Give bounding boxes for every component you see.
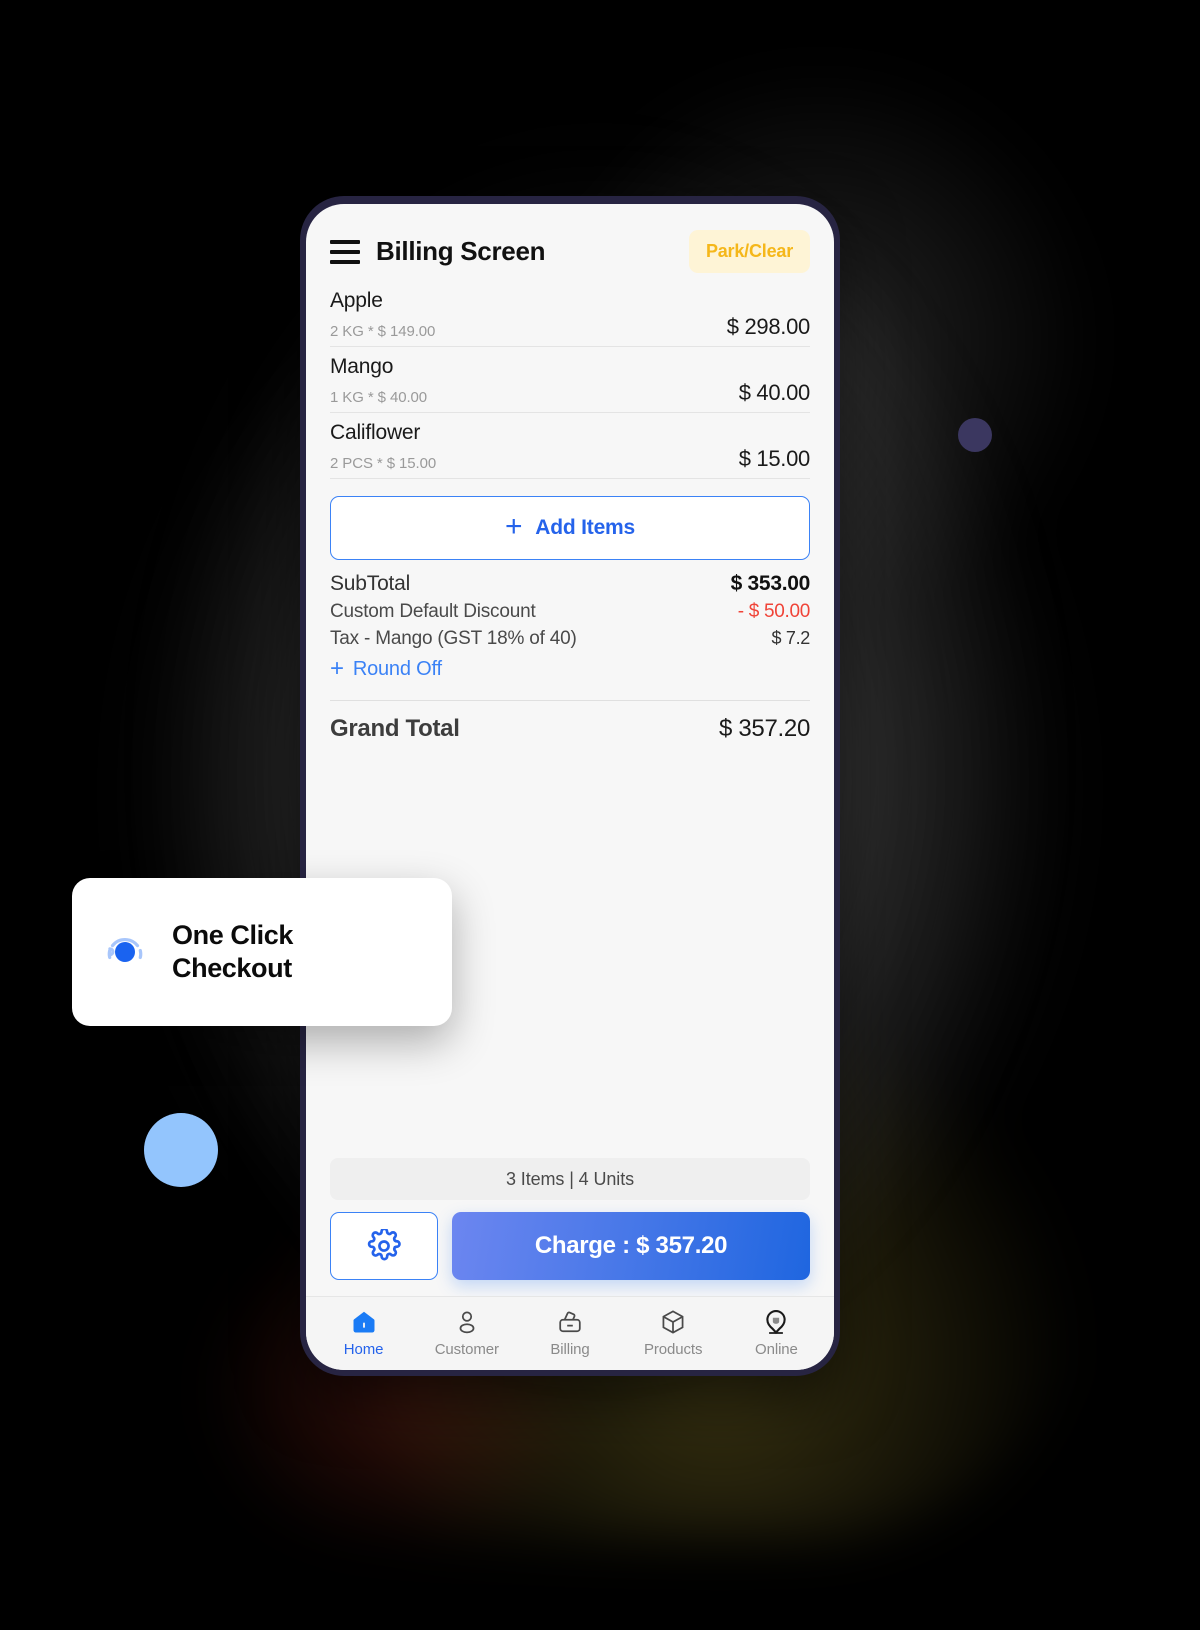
decorative-blue-dot: [144, 1113, 218, 1187]
grand-total-value: $ 357.20: [718, 715, 810, 742]
subtotal-label: SubTotal: [330, 572, 411, 595]
nav-item-products[interactable]: Products: [622, 1307, 725, 1358]
discount-value: - $ 50.00: [737, 601, 811, 622]
line-items-list: Apple 2 KG * $ 149.00 $ 298.00 Mango 1 K…: [306, 279, 834, 479]
round-off-label: Round Off: [352, 657, 442, 680]
cube-icon: [659, 1307, 687, 1337]
person-icon: [453, 1307, 481, 1337]
item-amount: $ 15.00: [738, 446, 811, 471]
callout-line-1: One Click: [172, 920, 293, 951]
item-name: Mango: [330, 355, 394, 378]
item-amount: $ 40.00: [738, 380, 811, 405]
gear-icon: [367, 1229, 401, 1261]
nav-label: Billing: [550, 1341, 590, 1358]
nav-item-customer[interactable]: Customer: [415, 1307, 518, 1358]
grand-total-label: Grand Total: [330, 715, 460, 742]
list-item[interactable]: Califlower 2 PCS * $ 15.00 $ 15.00: [330, 413, 810, 479]
one-click-checkout-callout: One Click Checkout: [72, 878, 452, 1026]
callout-line-2: Checkout: [172, 953, 292, 983]
app-header: Billing Screen Park/Clear: [306, 204, 834, 279]
callout-text: One Click Checkout: [172, 919, 293, 985]
item-name: Apple: [330, 289, 383, 312]
phone-mockup: Billing Screen Park/Clear Apple 2 KG * $…: [300, 196, 840, 1376]
radio-target-icon: [102, 929, 148, 975]
nav-item-billing[interactable]: Billing: [518, 1307, 621, 1358]
page-title: Billing Screen: [376, 236, 546, 266]
nav-label: Home: [343, 1341, 384, 1358]
home-icon: [350, 1307, 378, 1337]
item-qty-price: 1 KG * $ 40.00: [330, 389, 428, 406]
item-detail-row: 2 PCS * $ 15.00 $ 15.00: [330, 446, 810, 472]
plus-icon: +: [504, 510, 523, 543]
settings-button[interactable]: [330, 1212, 438, 1280]
add-items-label: Add Items: [535, 516, 636, 539]
summary-section: 3 Items | 4 Units: [306, 1158, 834, 1212]
location-icon: [762, 1307, 790, 1337]
decorative-purple-dot: [958, 418, 992, 452]
charge-button[interactable]: Charge : $ 357.20: [452, 1212, 810, 1280]
nav-label: Products: [644, 1341, 703, 1358]
action-bar: Charge : $ 357.20: [306, 1212, 834, 1296]
item-name: Califlower: [330, 421, 421, 444]
park-clear-button[interactable]: Park/Clear: [688, 230, 810, 273]
round-off-button[interactable]: + Round Off: [330, 657, 810, 681]
tax-row: Tax - Mango (GST 18% of 40) $ 7.2: [330, 628, 810, 650]
item-qty-price: 2 KG * $ 149.00: [330, 323, 436, 340]
subtotal-value: $ 353.00: [730, 572, 811, 595]
tax-label: Tax - Mango (GST 18% of 40): [330, 628, 577, 649]
nav-label: Online: [755, 1341, 798, 1358]
nav-item-home[interactable]: Home: [312, 1307, 415, 1358]
item-qty-price: 2 PCS * $ 15.00: [330, 455, 437, 472]
list-item[interactable]: Apple 2 KG * $ 149.00 $ 298.00: [330, 281, 810, 347]
items-units-count: 3 Items | 4 Units: [330, 1158, 810, 1200]
item-detail-row: 2 KG * $ 149.00 $ 298.00: [330, 314, 810, 340]
totals-divider: [330, 700, 810, 701]
header-left-group: Billing Screen: [330, 236, 545, 267]
tax-value: $ 7.2: [771, 628, 810, 648]
nav-item-online[interactable]: Online: [725, 1307, 828, 1358]
plus-icon: +: [330, 655, 344, 682]
phone-screen: Billing Screen Park/Clear Apple 2 KG * $…: [306, 204, 834, 1370]
grand-total-row: Grand Total $ 357.20: [330, 715, 810, 743]
totals-section: SubTotal $ 353.00 Custom Default Discoun…: [306, 560, 834, 748]
add-items-button[interactable]: + Add Items: [330, 496, 810, 560]
discount-row: Custom Default Discount - $ 50.00: [330, 601, 810, 623]
subtotal-row: SubTotal $ 353.00: [330, 572, 810, 596]
screenshot-stage: Billing Screen Park/Clear Apple 2 KG * $…: [0, 0, 1200, 1630]
bottom-navigation: Home Customer Billing Products Online: [306, 1296, 834, 1370]
discount-label: Custom Default Discount: [330, 601, 536, 622]
item-amount: $ 298.00: [726, 314, 811, 339]
nav-label: Customer: [434, 1341, 499, 1358]
add-items-section: + Add Items: [306, 479, 834, 560]
bag-icon: [556, 1307, 584, 1337]
item-detail-row: 1 KG * $ 40.00 $ 40.00: [330, 380, 810, 406]
hamburger-icon[interactable]: [330, 239, 360, 264]
list-item[interactable]: Mango 1 KG * $ 40.00 $ 40.00: [330, 347, 810, 413]
